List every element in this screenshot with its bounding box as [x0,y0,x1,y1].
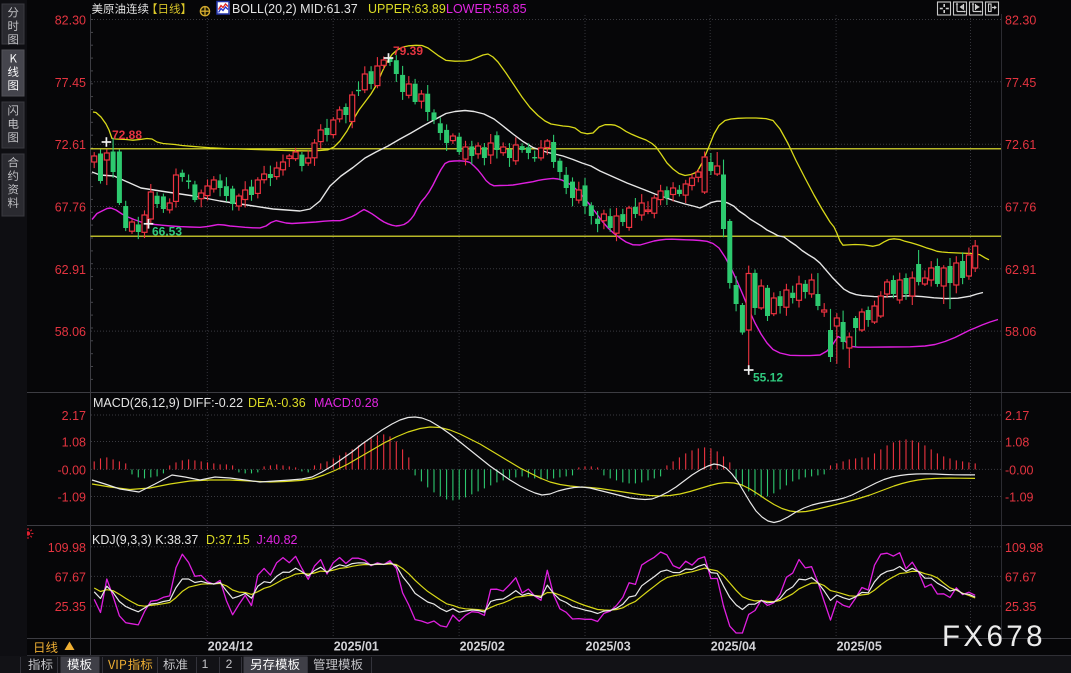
svg-text:D:37.15: D:37.15 [206,533,250,547]
svg-text:MACD:0.28: MACD:0.28 [314,396,379,410]
svg-text:1.08: 1.08 [1005,436,1029,450]
svg-text:-0.00: -0.00 [58,463,87,477]
svg-text:-0.00: -0.00 [1005,463,1034,477]
svg-text:1: 1 [202,657,209,671]
svg-text:KDJ(9,3,3) K:38.37: KDJ(9,3,3) K:38.37 [92,533,198,547]
svg-text:62.91: 62.91 [1005,263,1036,277]
svg-text:58.06: 58.06 [55,325,86,339]
svg-text:67.67: 67.67 [55,570,86,584]
svg-text:82.30: 82.30 [1005,14,1036,28]
svg-text:82.30: 82.30 [55,14,86,28]
svg-text:MACD(26,12,9) DIFF:-0.22: MACD(26,12,9) DIFF:-0.22 [93,396,243,410]
svg-text:58.06: 58.06 [1005,325,1036,339]
svg-text:2025/03: 2025/03 [586,640,631,654]
svg-text:67.67: 67.67 [1005,570,1036,584]
svg-text:2025/05: 2025/05 [837,640,882,654]
svg-text:1.08: 1.08 [62,436,86,450]
svg-text:2024/12: 2024/12 [208,640,253,654]
svg-text:62.91: 62.91 [55,263,86,277]
svg-text:2.17: 2.17 [62,409,86,423]
svg-text:66.53: 66.53 [152,225,182,239]
svg-text:LOWER:58.85: LOWER:58.85 [446,2,527,16]
svg-text:79.39: 79.39 [393,44,423,58]
svg-text:2025/01: 2025/01 [334,640,379,654]
svg-text:2: 2 [226,657,233,671]
svg-text:DEA:-0.36: DEA:-0.36 [248,396,306,410]
svg-text:67.76: 67.76 [55,201,86,215]
svg-text:72.61: 72.61 [1005,138,1036,152]
svg-text:UPPER:63.89: UPPER:63.89 [368,2,446,16]
svg-text:2.17: 2.17 [1005,409,1029,423]
svg-text:72.61: 72.61 [55,138,86,152]
svg-text:67.76: 67.76 [1005,201,1036,215]
svg-text:J:40.82: J:40.82 [257,533,298,547]
svg-text:BOLL(20,2) MID:61.37: BOLL(20,2) MID:61.37 [232,2,358,16]
svg-text:109.98: 109.98 [1005,541,1043,555]
svg-text:72.88: 72.88 [112,128,142,142]
svg-text:25.35: 25.35 [1005,600,1036,614]
svg-text:55.12: 55.12 [753,371,783,385]
svg-text:2025/02: 2025/02 [460,640,505,654]
svg-text:-1.09: -1.09 [58,491,87,505]
svg-text:2025/04: 2025/04 [711,640,756,654]
svg-text:77.45: 77.45 [1005,76,1036,90]
svg-text:-1.09: -1.09 [1005,491,1034,505]
svg-text:109.98: 109.98 [48,541,86,555]
svg-text:25.35: 25.35 [55,600,86,614]
svg-text:FX678: FX678 [942,620,1046,653]
svg-text:77.45: 77.45 [55,76,86,90]
